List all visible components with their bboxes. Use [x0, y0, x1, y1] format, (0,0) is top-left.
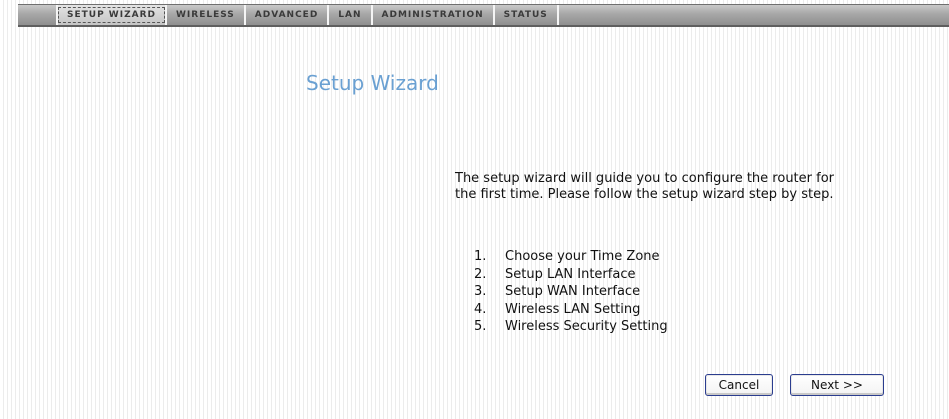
step-number: 4. — [474, 301, 487, 317]
nav-tabs: Setup Wizard Wireless Advanced LAN Admin… — [56, 5, 559, 25]
tab-administration[interactable]: Administration — [373, 5, 495, 25]
list-item: 4. Wireless LAN Setting — [474, 301, 668, 319]
step-number: 2. — [474, 266, 487, 282]
tab-setup-wizard[interactable]: Setup Wizard — [56, 5, 167, 25]
step-number: 3. — [474, 284, 487, 299]
next-button[interactable]: Next >> — [790, 374, 884, 396]
step-label: Choose your Time Zone — [505, 249, 660, 264]
wizard-steps-list: 1. Choose your Time Zone 2. Setup LAN In… — [474, 248, 668, 336]
list-item: 1. Choose your Time Zone — [474, 248, 668, 266]
list-item: 3. Setup WAN Interface — [474, 283, 668, 301]
step-number: 1. — [474, 249, 487, 264]
tab-wireless[interactable]: Wireless — [167, 5, 246, 25]
top-nav-bar: Setup Wizard Wireless Advanced LAN Admin… — [18, 4, 949, 27]
step-label: Setup WAN Interface — [505, 284, 641, 299]
list-item: 5. Wireless Security Setting — [474, 318, 668, 336]
step-number: 5. — [474, 319, 487, 334]
list-item: 2. Setup LAN Interface — [474, 266, 668, 284]
tab-lan[interactable]: LAN — [329, 5, 373, 25]
cancel-button[interactable]: Cancel — [705, 374, 773, 396]
step-label: Wireless LAN Setting — [505, 301, 641, 317]
step-label: Setup LAN Interface — [505, 266, 636, 282]
page-title: Setup Wizard — [306, 71, 439, 95]
wizard-intro-text: The setup wizard will guide you to confi… — [455, 171, 834, 202]
tab-advanced[interactable]: Advanced — [246, 5, 330, 25]
tab-status[interactable]: Status — [495, 5, 559, 25]
step-label: Wireless Security Setting — [505, 319, 668, 334]
